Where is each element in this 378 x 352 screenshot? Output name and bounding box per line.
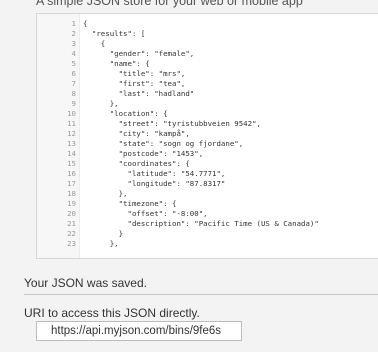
code-text: "longitude": "87.8317"	[83, 179, 226, 188]
code-line: 5 "name": {	[37, 59, 378, 69]
code-line: 19 "timezone": {	[37, 199, 378, 209]
line-number: 3	[71, 39, 76, 48]
code-line: 11 "street": "tyristubbveien 9542",	[37, 119, 378, 129]
code-text: "latitude": "54.7771",	[83, 169, 226, 178]
json-editor[interactable]: 1{2 "results": [3 {4 "gender": "female",…	[36, 13, 378, 259]
code-text: },	[83, 239, 119, 248]
saved-message: Your JSON was saved.	[24, 276, 147, 290]
code-text: }	[83, 229, 124, 238]
code-text: },	[83, 189, 128, 198]
code-line: 14 "postcode": "1453",	[37, 149, 378, 159]
code-text: {	[83, 19, 88, 28]
code-line: 13 "state": "sogn og fjordane",	[37, 139, 378, 149]
line-number: 19	[67, 199, 76, 208]
line-number: 12	[67, 129, 76, 138]
code-text: "last": "hadland"	[83, 89, 195, 98]
code-line: 21 "description": "Pacific Time (US & Ca…	[37, 219, 378, 229]
code-text: "results": [	[83, 29, 146, 38]
code-line: 12 "city": "kampå",	[37, 129, 378, 139]
code-line: 8 "last": "hadland"	[37, 89, 378, 99]
line-number: 2	[71, 29, 76, 38]
code-line: 10 "location": {	[37, 109, 378, 119]
code-line: 2 "results": [	[37, 29, 378, 39]
code-text: "timezone": {	[83, 199, 177, 208]
code-text: "postcode": "1453",	[83, 149, 204, 158]
code-line: 15 "coordinates": {	[37, 159, 378, 169]
divider	[24, 294, 378, 295]
code-line: 23 },	[37, 239, 378, 249]
code-line: 18 },	[37, 189, 378, 199]
code-line: 17 "longitude": "87.8317"	[37, 179, 378, 189]
code-text: "title": "mrs",	[83, 69, 186, 78]
code-text: },	[83, 99, 119, 108]
code-text: "offset": "-8:00",	[83, 209, 208, 218]
line-number: 10	[67, 109, 76, 118]
line-number: 20	[67, 209, 76, 218]
code-line: 22 }	[37, 229, 378, 239]
code-text: "gender": "female",	[83, 49, 195, 58]
code-text: "coordinates": {	[83, 159, 190, 168]
code-line: 16 "latitude": "54.7771",	[37, 169, 378, 179]
tagline: A simple JSON store for your web or mobi…	[36, 0, 303, 8]
line-number: 9	[71, 99, 76, 108]
uri-field[interactable]	[36, 321, 242, 341]
uri-label: URI to access this JSON directly.	[24, 306, 200, 320]
line-number: 17	[67, 179, 76, 188]
line-number: 1	[71, 19, 76, 28]
line-number: 16	[67, 169, 76, 178]
code-text: "location": {	[83, 109, 168, 118]
code-line: 4 "gender": "female",	[37, 49, 378, 59]
code-text: "city": "kampå",	[83, 129, 190, 138]
code-text: "street": "tyristubbveien 9542",	[83, 119, 261, 128]
code-line: 9 },	[37, 99, 378, 109]
code-text: "first": "tea",	[83, 79, 186, 88]
line-number: 22	[67, 229, 76, 238]
code-text: "name": {	[83, 59, 150, 68]
line-number: 11	[67, 119, 76, 128]
code-line: 7 "first": "tea",	[37, 79, 378, 89]
line-number: 14	[67, 149, 76, 158]
line-number: 15	[67, 159, 76, 168]
line-number: 6	[71, 69, 76, 78]
line-number: 7	[71, 79, 76, 88]
code-line: 20 "offset": "-8:00",	[37, 209, 378, 219]
line-number: 21	[67, 219, 76, 228]
line-number: 23	[67, 239, 76, 248]
code-line: 6 "title": "mrs",	[37, 69, 378, 79]
line-number: 13	[67, 139, 76, 148]
code-line: 1{	[37, 19, 378, 29]
code-text: "state": "sogn og fjordane",	[83, 139, 244, 148]
line-number: 4	[71, 49, 76, 58]
line-number: 5	[71, 59, 76, 68]
line-number: 18	[67, 189, 76, 198]
code-text: {	[83, 39, 106, 48]
line-number: 8	[71, 89, 76, 98]
code-line: 3 {	[37, 39, 378, 49]
code-text: "description": "Pacific Time (US & Canad…	[83, 219, 319, 228]
